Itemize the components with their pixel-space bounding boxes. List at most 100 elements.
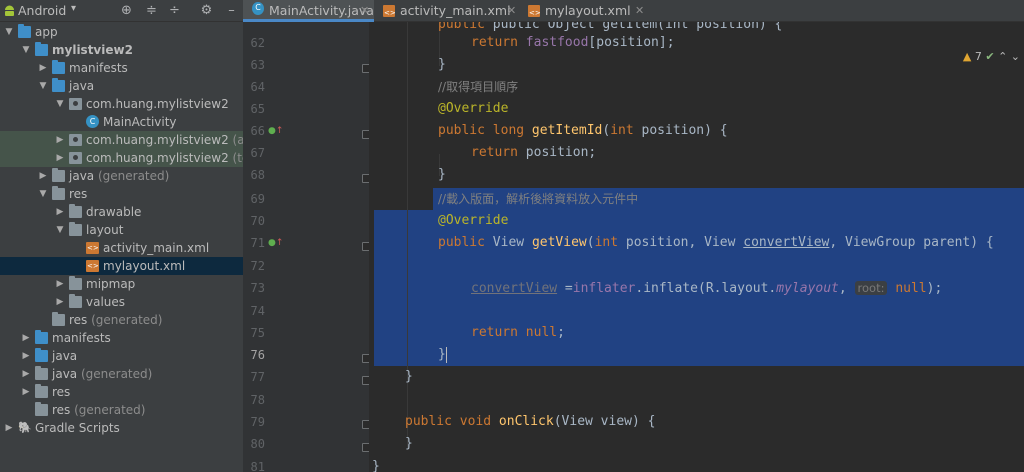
tree-item-label: res (generated): [69, 313, 163, 327]
tree-item-mylistview2[interactable]: ▼ mylistview2: [0, 41, 243, 59]
tree-item-label: com.huang.mylistview2: [86, 97, 229, 111]
close-icon[interactable]: ✕: [360, 0, 369, 22]
line-number: 78: [250, 393, 265, 407]
chevron-right-icon[interactable]: ▶: [54, 131, 66, 149]
code-text: ;: [557, 325, 565, 340]
tree-item-suffix: (generated): [70, 403, 146, 417]
code-text: }: [405, 369, 413, 384]
code-keyword: public long: [438, 123, 532, 138]
chevron-down-icon[interactable]: ⌄: [1011, 50, 1020, 63]
tree-item-mipmap[interactable]: ▶ mipmap: [0, 275, 243, 293]
code-line-70: @Override: [438, 210, 508, 232]
code-keyword: null: [895, 281, 927, 296]
xml-icon: [86, 257, 99, 275]
tree-item-com-huang-mylistview2[interactable]: ▶ com.huang.mylistview2 (andro: [0, 131, 243, 149]
editor-gutter[interactable]: 62 63 64 65 66 67 68 69 70 71 72 73 74 75 76 77 78 79 80 81…: [243, 22, 371, 472]
tree-item-label: java (generated): [52, 367, 153, 381]
code-text: ,: [838, 281, 847, 296]
tab-activity-main[interactable]: activity_main.xml ✕: [374, 0, 519, 24]
tree-item-res[interactable]: ▼ res: [0, 185, 243, 203]
tree-item-label: manifests: [69, 61, 128, 75]
chevron-down-icon[interactable]: ▾: [71, 3, 76, 14]
hide-icon[interactable]: –: [223, 2, 240, 19]
gear-icon[interactable]: ⚙: [198, 2, 215, 19]
package-icon: [69, 152, 82, 164]
close-icon[interactable]: ✕: [635, 0, 644, 22]
tree-item-label: Gradle Scripts: [35, 421, 120, 435]
tree-item-mylayout-xml[interactable]: mylayout.xml: [0, 257, 243, 275]
chevron-down-icon[interactable]: ▼: [20, 41, 32, 59]
tree-item-com-huang-mylistview2[interactable]: ▶ com.huang.mylistview2 (test): [0, 149, 243, 167]
package-icon: [69, 134, 82, 146]
chevron-down-icon[interactable]: ▼: [54, 95, 66, 113]
tree-item-layout[interactable]: ▼ layout: [0, 221, 243, 239]
tree-item-manifests[interactable]: ▶ manifests: [0, 59, 243, 77]
tree-item-manifests[interactable]: ▶ manifests: [0, 329, 243, 347]
project-view-selector[interactable]: Android: [18, 3, 66, 18]
line-number: 74: [250, 304, 265, 318]
chevron-down-icon[interactable]: ▼: [37, 77, 49, 95]
chevron-down-icon[interactable]: ▼: [54, 221, 66, 239]
folder-res-icon: [52, 186, 65, 200]
inspection-widget[interactable]: ▲ 7 ✔ ⌃ ⌄: [963, 50, 1020, 66]
code-text: View: [492, 235, 532, 250]
line-number: 65: [250, 102, 265, 116]
tree-item-values[interactable]: ▶ values: [0, 293, 243, 311]
target-icon[interactable]: ⊕: [118, 2, 135, 19]
chevron-down-icon[interactable]: ▼: [3, 23, 15, 41]
tree-item-suffix: (generated): [77, 367, 153, 381]
code-method-name: getItemId: [531, 123, 603, 138]
line-number: 69: [250, 192, 265, 206]
tree-item-label: res: [52, 385, 71, 399]
chevron-right-icon[interactable]: ▶: [20, 383, 32, 401]
code-text: }: [438, 347, 446, 362]
tree-item-res[interactable]: res (generated): [0, 311, 243, 329]
folder-icon: [69, 294, 82, 308]
tree-item-label: mipmap: [86, 277, 136, 291]
collapse-all-icon[interactable]: ÷: [166, 2, 183, 19]
code-line-68: }: [438, 164, 446, 186]
chevron-right-icon[interactable]: ▶: [20, 347, 32, 365]
close-icon[interactable]: ✕: [507, 0, 516, 22]
tree-item-com-huang-mylistview2[interactable]: ▼ com.huang.mylistview2: [0, 95, 243, 113]
tree-item-java[interactable]: ▶ java: [0, 347, 243, 365]
tree-item-mainactivity[interactable]: C MainActivity: [0, 113, 243, 131]
tree-item-drawable[interactable]: ▶ drawable: [0, 203, 243, 221]
folder-module-icon: [18, 24, 31, 38]
tree-item-java[interactable]: ▶ java (generated): [0, 167, 243, 185]
chevron-right-icon[interactable]: ▶: [54, 275, 66, 293]
code-editor[interactable]: public public Object getItem(int positio…: [369, 22, 1024, 472]
line-number: 62: [250, 36, 265, 50]
chevron-right-icon[interactable]: ▶: [54, 293, 66, 311]
chevron-right-icon[interactable]: ▶: [54, 149, 66, 167]
code-text: (: [586, 235, 595, 250]
tree-item-suffix: (test): [232, 151, 243, 165]
chevron-down-icon[interactable]: ▼: [37, 185, 49, 203]
chevron-right-icon[interactable]: ▶: [20, 365, 32, 383]
tab-mylayout[interactable]: mylayout.xml ✕: [519, 0, 649, 24]
tree-item-java[interactable]: ▼ java: [0, 77, 243, 95]
code-keyword: return null: [471, 325, 558, 340]
chevron-right-icon[interactable]: ▶: [37, 167, 49, 185]
tree-item-activity-main-xml[interactable]: activity_main.xml: [0, 239, 243, 257]
chevron-right-icon[interactable]: ▶: [54, 203, 66, 221]
code-line-75: return null;: [471, 322, 565, 344]
chevron-right-icon[interactable]: ▶: [20, 329, 32, 347]
chevron-right-icon[interactable]: ▶: [37, 59, 49, 77]
chevron-right-icon[interactable]: ▶: [3, 419, 15, 437]
code-line-66: public long getItemId(int position) {: [438, 120, 728, 142]
tree-item-app[interactable]: ▼ app: [0, 23, 243, 41]
tree-item-res[interactable]: res (generated): [0, 401, 243, 419]
code-keyword: return: [471, 145, 526, 160]
folder-gen-icon: [35, 366, 48, 380]
chevron-up-icon[interactable]: ⌃: [998, 50, 1007, 63]
code-text: position, View: [625, 235, 744, 250]
tree-item-java[interactable]: ▶ java (generated): [0, 365, 243, 383]
tree-item-res[interactable]: ▶ res: [0, 383, 243, 401]
tree-item-gradle-scripts[interactable]: ▶ 🐘 Gradle Scripts: [0, 419, 243, 437]
expand-all-icon[interactable]: ≑: [143, 2, 160, 19]
override-marker-icon[interactable]: ●↑: [268, 237, 283, 249]
folder-gen-icon: [52, 168, 65, 182]
tab-mainactivity[interactable]: C MainActivity.java ✕: [243, 0, 374, 22]
override-marker-icon[interactable]: ●↑: [268, 125, 283, 137]
